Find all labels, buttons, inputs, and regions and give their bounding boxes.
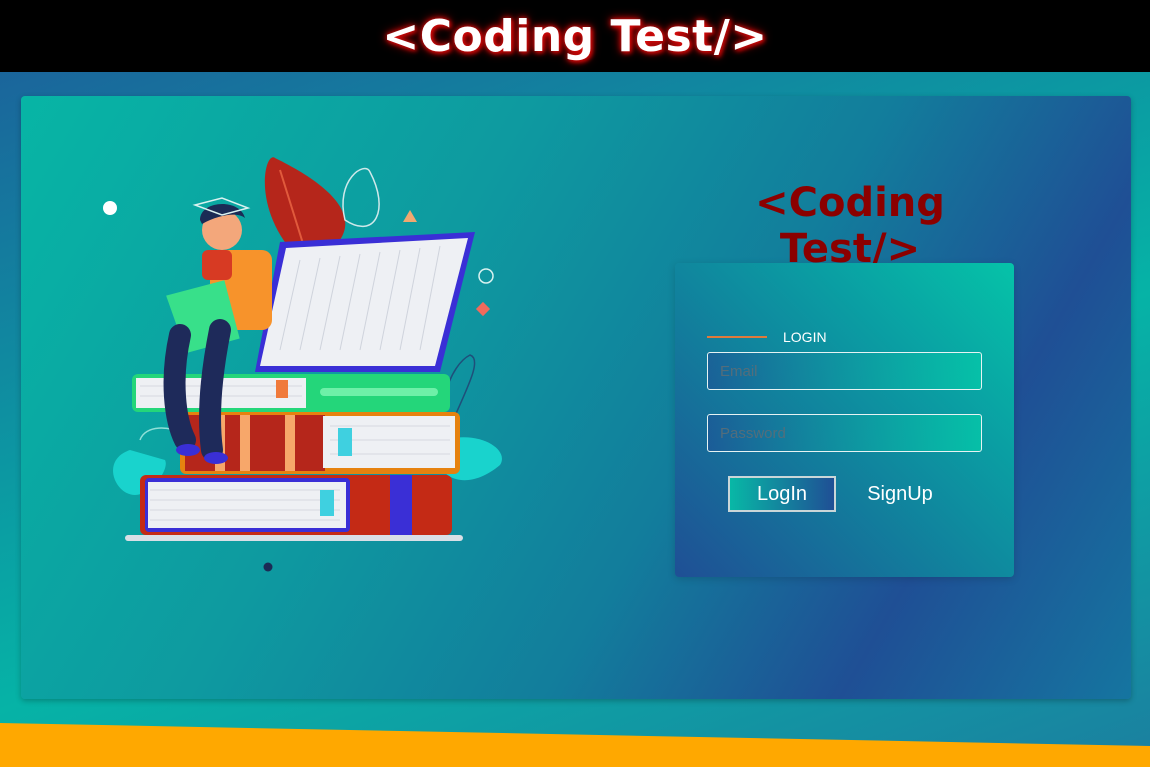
signup-button[interactable]: SignUp [855, 476, 945, 512]
brand-title: <Coding Test/> [755, 180, 945, 272]
accent-line [707, 336, 767, 338]
footer-band [0, 723, 1150, 767]
login-button[interactable]: LogIn [728, 476, 836, 512]
header-title: <Coding Test/> [382, 10, 768, 62]
password-field[interactable] [707, 414, 982, 452]
login-section-label: LOGIN [783, 329, 827, 345]
student-on-books-illustration [103, 157, 502, 572]
top-header-bar: <Coding Test/> [0, 0, 1150, 72]
login-section-header: LOGIN [707, 329, 827, 345]
login-panel: LOGIN LogIn SignUp [675, 263, 1014, 577]
email-field[interactable] [707, 352, 982, 390]
